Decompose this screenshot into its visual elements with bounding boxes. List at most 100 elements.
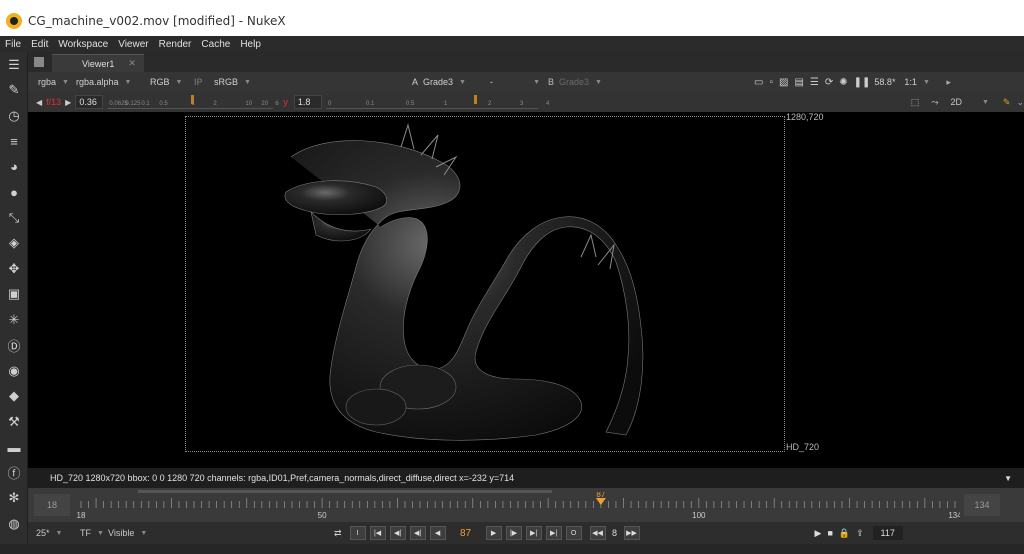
chevron-down-icon: ▼	[55, 529, 63, 537]
play-forward-button[interactable]: ▶	[485, 526, 502, 540]
filter-icon[interactable]: ●	[0, 180, 28, 206]
globe-icon[interactable]: ◍	[0, 511, 28, 537]
3d-icon[interactable]: ▣	[0, 282, 28, 308]
layer-dropdown[interactable]: rgba.alpha ▼	[72, 74, 146, 90]
particles-icon[interactable]: ✳	[0, 307, 28, 333]
flipbook-icon[interactable]: ▶	[815, 528, 822, 539]
other-icon[interactable]: ▬	[0, 435, 28, 461]
display-dropdown[interactable]: RGB ▼	[146, 74, 190, 90]
views-icon[interactable]: ◉	[0, 358, 28, 384]
format-name-label: HD_720	[786, 442, 820, 452]
record-icon[interactable]: ■	[827, 528, 832, 538]
timeline-end-field[interactable]: 134	[964, 494, 1000, 516]
view-mode-dropdown[interactable]: 2D ▼	[946, 94, 996, 110]
first-frame-button[interactable]: |◀	[369, 526, 386, 540]
ip-button[interactable]: IP	[190, 74, 210, 90]
menu-bar: File Edit Workspace Viewer Render Cache …	[0, 36, 1024, 52]
playhead-marker[interactable]	[595, 498, 606, 505]
visibility-dropdown[interactable]: Visible ▼	[104, 525, 164, 541]
snap-icon[interactable]: ⤳	[931, 97, 938, 108]
step-forward-button[interactable]: ▶▶	[623, 526, 640, 540]
timeline-ruler[interactable]: 18 50 100 134 87	[76, 492, 960, 522]
playback-mode-icon[interactable]: ⇄	[334, 528, 342, 539]
step-back-button[interactable]: ◀◀	[589, 526, 606, 540]
clipping-icon[interactable]: ▨	[779, 77, 788, 88]
overlay-icon[interactable]: ▫	[769, 77, 773, 88]
ratio-dropdown[interactable]: 1:1 ▼	[900, 74, 946, 90]
deep-icon[interactable]: Ⓓ	[0, 333, 28, 359]
timeline-start-field[interactable]: 18	[34, 494, 70, 516]
menu-viewer[interactable]: Viewer	[113, 39, 153, 50]
playhead-label: 87	[596, 492, 605, 499]
fps-dropdown[interactable]: 25* ▼	[28, 525, 76, 541]
menu-edit[interactable]: Edit	[26, 39, 53, 50]
ratio-value: 1:1	[904, 77, 917, 87]
menu-render[interactable]: Render	[154, 39, 197, 50]
channel-icon[interactable]: ≡	[0, 129, 28, 155]
toolsets-icon[interactable]: ⚒	[0, 409, 28, 435]
roi-icon[interactable]: ▭	[754, 77, 763, 88]
gamma-tick: 4	[545, 101, 550, 107]
next-fstop-icon[interactable]: ▶	[65, 98, 71, 107]
gpu-icon[interactable]: ✺	[839, 77, 847, 88]
metadata-icon[interactable]: ◆	[0, 384, 28, 410]
dragon-claw	[345, 388, 407, 426]
gamma-slider-handle[interactable]	[473, 95, 477, 104]
gain-input[interactable]: 0.36	[75, 95, 104, 109]
close-icon[interactable]: ✕	[128, 58, 136, 69]
refresh-icon[interactable]: ⟳	[825, 77, 833, 88]
prev-keyframe-button[interactable]: ◀|	[389, 526, 406, 540]
wipe-dropdown[interactable]: - ▼	[486, 74, 544, 90]
pause-icon[interactable]: ❚❚	[854, 77, 871, 88]
collapse-icon[interactable]: ⌄	[1016, 97, 1024, 108]
merge-icon[interactable]: ◈	[0, 231, 28, 257]
downrez-icon[interactable]: ☰	[810, 77, 819, 88]
format-size-label: 1280,720	[786, 112, 824, 122]
menu-cache[interactable]: Cache	[196, 39, 235, 50]
brush-icon[interactable]: ✎	[1003, 97, 1011, 108]
proxy-icon[interactable]: ▤	[794, 77, 803, 88]
input-a-dropdown[interactable]: A Grade3 ▼	[408, 74, 486, 90]
gain-slider[interactable]: 0.0625 0.125 0.1 0.5 1 2 10 20 6	[107, 95, 279, 109]
step-field[interactable]: 8	[608, 528, 622, 538]
tab-viewer1[interactable]: Viewer1 ✕	[52, 54, 144, 72]
gamma-slider[interactable]: 0 0.1 0.5 1 2 3 4	[325, 95, 549, 109]
chevron-down-icon: ▼	[244, 78, 251, 86]
time-icon[interactable]: ◷	[0, 103, 28, 129]
timeline[interactable]: 18 134 18 50 100 134 87	[28, 488, 1024, 522]
input-b-dropdown[interactable]: B Grade3 ▼	[544, 74, 624, 90]
viewer-canvas[interactable]: 1280,720 HD_720	[28, 112, 1024, 468]
furnace-icon[interactable]: ⓕ	[0, 460, 28, 486]
current-frame-field[interactable]: 87	[448, 528, 484, 539]
prev-frame-button[interactable]: ◀|	[409, 526, 426, 540]
expand-icon[interactable]: ▸	[946, 77, 951, 88]
color-icon[interactable]: ◕	[0, 154, 28, 180]
last-frame-button[interactable]: ▶|	[545, 526, 562, 540]
gain-tick: 0.125	[125, 101, 141, 107]
export-icon[interactable]: ⇪	[856, 528, 864, 539]
in-point-button[interactable]: I	[349, 526, 366, 540]
zoom-value[interactable]: 58.8*	[870, 74, 900, 90]
info-expand-icon[interactable]: ▼	[1004, 474, 1012, 483]
tool-sets-icon[interactable]: ☰	[0, 52, 28, 78]
gamma-input[interactable]: 1.8	[293, 95, 322, 109]
menu-workspace[interactable]: Workspace	[53, 39, 113, 50]
end-frame-field[interactable]: 117	[872, 526, 903, 540]
play-backward-button[interactable]: ◀	[429, 526, 446, 540]
settings-icon[interactable]: ✻	[0, 486, 28, 512]
menu-file[interactable]: File	[0, 39, 26, 50]
roi-select-icon[interactable]: ⬚	[911, 97, 920, 108]
lock-icon[interactable]: 🔒	[839, 528, 850, 539]
pane-menu-icon[interactable]	[34, 57, 44, 67]
next-keyframe-button[interactable]: ▶|	[525, 526, 542, 540]
prev-fstop-icon[interactable]: ◀	[36, 98, 42, 107]
keyer-icon[interactable]: ⤡	[0, 205, 28, 231]
paint-icon[interactable]: ✎	[0, 78, 28, 104]
out-point-button[interactable]: O	[565, 526, 582, 540]
channels-dropdown[interactable]: rgba ▼	[28, 74, 72, 90]
transform-icon[interactable]: ✥	[0, 256, 28, 282]
tf-dropdown[interactable]: TF ▼	[76, 525, 104, 541]
lut-dropdown[interactable]: sRGB ▼	[210, 74, 270, 90]
menu-help[interactable]: Help	[235, 39, 266, 50]
next-frame-button[interactable]: |▶	[505, 526, 522, 540]
